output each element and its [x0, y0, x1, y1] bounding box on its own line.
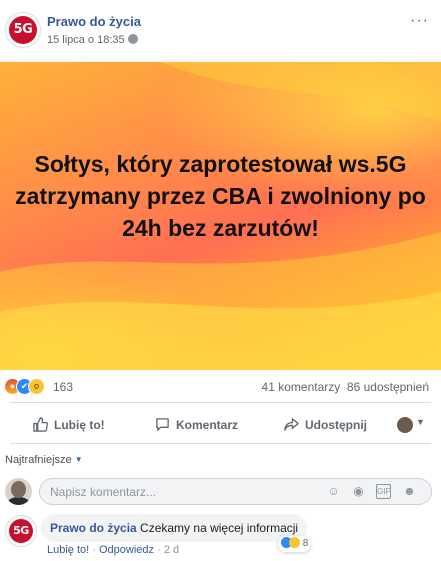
- comment-button[interactable]: Komentarz: [155, 408, 238, 442]
- user-avatar-head: [11, 481, 26, 498]
- like-button[interactable]: Lubię to!: [33, 408, 105, 442]
- comment-reactions[interactable]: 8: [278, 536, 312, 552]
- comment-reaction-count: 8: [302, 538, 309, 549]
- emoji-icon[interactable]: ☺: [326, 484, 341, 499]
- divider: [10, 402, 431, 403]
- comment-button-label: Komentarz: [176, 418, 239, 432]
- gif-icon[interactable]: GIF: [376, 484, 391, 499]
- camera-icon[interactable]: ◉: [351, 484, 366, 499]
- post-image[interactable]: Sołtys, który zaprotestował ws.5G zatrzy…: [0, 62, 441, 370]
- comment-text: Czekamy na więcej informacji: [140, 521, 299, 535]
- page-avatar-logo: 5G: [9, 16, 37, 44]
- post-date: 15 lipca o 18:35: [47, 34, 125, 46]
- like-button-label: Lubię to!: [54, 418, 105, 432]
- caret-down-icon: ▼: [74, 455, 83, 464]
- user-avatar[interactable]: [5, 478, 32, 505]
- sort-label: Najtrafniejsze: [5, 454, 72, 466]
- comment-sort-dropdown[interactable]: Najtrafniejsze ▼: [5, 454, 83, 466]
- user-avatar-body: [7, 497, 30, 505]
- share-button-label: Udostępnij: [305, 418, 367, 432]
- reactions-count[interactable]: 163: [53, 380, 73, 394]
- comment-age[interactable]: 2 d: [164, 544, 179, 556]
- comment-share-counts: 41 komentarzy 86 udostępnień: [262, 380, 429, 394]
- divider: [10, 443, 431, 444]
- globe-icon: [127, 34, 138, 44]
- post-actions: Lubię to! Komentarz Udostępnij ▼: [0, 408, 441, 442]
- share-arrow-icon: [284, 418, 299, 431]
- post-as-avatar[interactable]: [397, 417, 413, 433]
- sticker-icon[interactable]: ☻: [402, 484, 417, 499]
- thumbs-up-icon: [33, 417, 48, 432]
- comment-input[interactable]: [39, 478, 432, 505]
- wow-icon: o: [28, 378, 45, 395]
- comment-author-avatar[interactable]: 5G: [5, 515, 37, 547]
- more-options-icon[interactable]: ···: [410, 12, 429, 30]
- comments-count-link[interactable]: 41 komentarzy: [262, 380, 341, 394]
- comment-bubble: Prawo do życia Czekamy na więcej informa…: [41, 514, 308, 542]
- share-button[interactable]: Udostępnij: [284, 408, 367, 442]
- post-stats: ● ✔ o 163 41 komentarzy 86 udostępnień: [0, 378, 441, 398]
- page-name-link[interactable]: Prawo do życia: [47, 14, 141, 29]
- banner-headline: Sołtys, który zaprotestował ws.5G zatrzy…: [15, 151, 426, 241]
- chevron-down-icon[interactable]: ▼: [416, 417, 425, 427]
- comment-avatar-logo: 5G: [9, 519, 33, 543]
- page-avatar[interactable]: 5G: [5, 12, 41, 48]
- wow-icon: [289, 537, 300, 548]
- comment-author-link[interactable]: Prawo do życia: [50, 521, 137, 535]
- post-header: 5G Prawo do życia 15 lipca o 18:35 ···: [0, 0, 441, 60]
- separator: ·: [92, 544, 96, 556]
- comment-actions: Lubię to! · Odpowiedz · 2 d: [47, 544, 179, 556]
- separator: ·: [157, 544, 161, 556]
- shares-count-link[interactable]: 86 udostępnień: [347, 380, 429, 394]
- comment-like-link[interactable]: Lubię to!: [47, 544, 89, 556]
- comment-reply-link[interactable]: Odpowiedz: [99, 544, 154, 556]
- post-timestamp[interactable]: 15 lipca o 18:35: [47, 34, 138, 46]
- speech-bubble-icon: [156, 418, 169, 431]
